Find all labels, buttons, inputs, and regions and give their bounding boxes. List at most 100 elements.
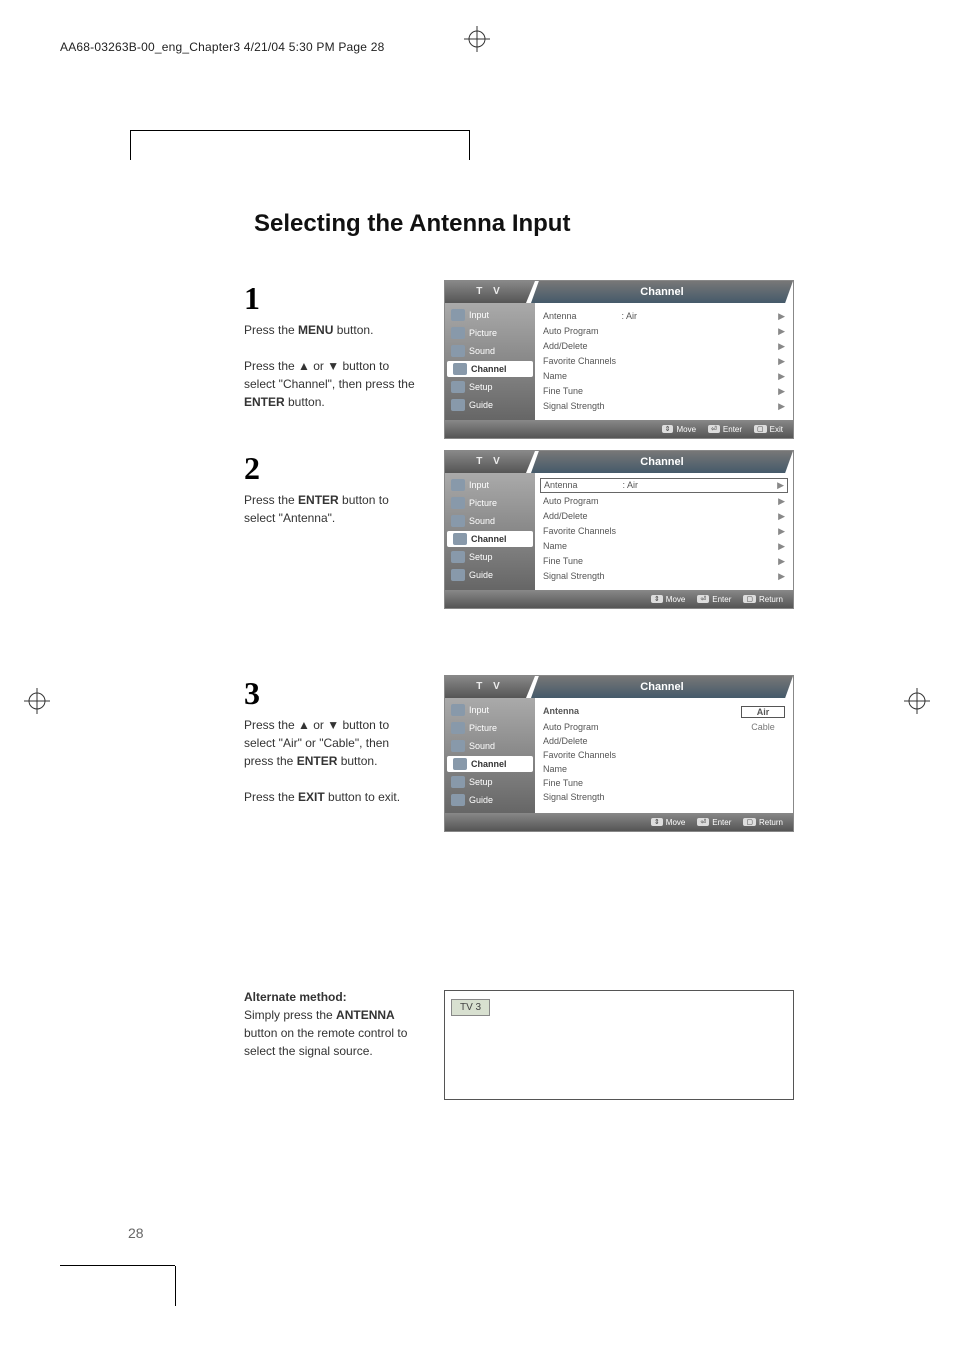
return-icon: ▢ xyxy=(743,818,756,826)
chevron-right-icon: ▶ xyxy=(778,386,785,397)
enter-icon: ⏎ xyxy=(697,818,709,826)
guide-icon xyxy=(451,399,465,411)
sound-icon xyxy=(451,515,465,527)
updown-icon: ⇕ xyxy=(651,595,663,603)
row-auto-program[interactable]: Auto Program▶ xyxy=(543,494,785,509)
osd-tv-label: T V xyxy=(445,281,535,303)
osd-screenshot-3: T V Channel Input Picture Sound Channel … xyxy=(444,675,794,832)
setup-icon xyxy=(451,381,465,393)
setup-icon xyxy=(451,551,465,563)
row-add-delete[interactable]: Add/Delete xyxy=(543,734,785,748)
nav-picture[interactable]: Picture xyxy=(445,325,535,341)
osd-sidebar: Input Picture Sound Channel Setup Guide xyxy=(445,303,535,420)
channel-icon xyxy=(453,363,467,375)
row-auto-program[interactable]: Auto Program▶ xyxy=(543,324,785,339)
nav-channel[interactable]: Channel xyxy=(447,756,533,772)
input-icon xyxy=(451,309,465,321)
row-fine-tune[interactable]: Fine Tune xyxy=(543,776,785,790)
nav-sound[interactable]: Sound xyxy=(445,343,535,359)
chevron-right-icon: ▶ xyxy=(778,526,785,537)
row-antenna[interactable]: AntennaAir xyxy=(543,704,785,720)
row-add-delete[interactable]: Add/Delete▶ xyxy=(543,339,785,354)
alternate-screenshot: TV 3 xyxy=(444,990,794,1100)
nav-sound[interactable]: Sound xyxy=(445,738,535,754)
hint-move: ⇕Move xyxy=(662,425,696,434)
chevron-right-icon: ▶ xyxy=(777,480,784,491)
row-add-delete[interactable]: Add/Delete▶ xyxy=(543,509,785,524)
step-2: 2 Press the ENTER button to select "Ante… xyxy=(244,450,814,527)
row-name[interactable]: Name▶ xyxy=(543,539,785,554)
osd-sidebar: Input Picture Sound Channel Setup Guide xyxy=(445,698,535,813)
hint-return: ▢Return xyxy=(743,818,783,827)
osd-category-title: Channel xyxy=(531,281,793,303)
row-fine-tune[interactable]: Fine Tune▶ xyxy=(543,384,785,399)
chevron-right-icon: ▶ xyxy=(778,326,785,337)
nav-input[interactable]: Input xyxy=(445,702,535,718)
alternate-text: Simply press the ANTENNA button on the r… xyxy=(244,1006,419,1060)
osd-tv-label: T V xyxy=(445,676,535,698)
chevron-right-icon: ▶ xyxy=(778,511,785,522)
picture-icon xyxy=(451,497,465,509)
row-favorite[interactable]: Favorite Channels▶ xyxy=(543,524,785,539)
row-antenna[interactable]: Antenna : Air▶ xyxy=(543,309,785,324)
option-air[interactable]: Air xyxy=(741,706,785,718)
step-3: 3 Press the ▲ or ▼ button to select "Air… xyxy=(244,675,814,806)
osd-tv-label: T V xyxy=(445,451,535,473)
nav-input[interactable]: Input xyxy=(445,477,535,493)
channel-icon xyxy=(453,533,467,545)
nav-channel[interactable]: Channel xyxy=(447,531,533,547)
osd-sidebar: Input Picture Sound Channel Setup Guide xyxy=(445,473,535,590)
row-signal[interactable]: Signal Strength▶ xyxy=(543,569,785,584)
nav-input[interactable]: Input xyxy=(445,307,535,323)
picture-icon xyxy=(451,327,465,339)
nav-guide[interactable]: Guide xyxy=(445,397,535,413)
sound-icon xyxy=(451,740,465,752)
doc-header: AA68-03263B-00_eng_Chapter3 4/21/04 5:30… xyxy=(60,40,384,54)
sound-icon xyxy=(451,345,465,357)
osd-menu-list: Antenna : Air▶ Auto Program▶ Add/Delete▶… xyxy=(535,473,793,590)
setup-icon xyxy=(451,776,465,788)
row-antenna[interactable]: Antenna : Air▶ xyxy=(540,478,788,493)
hint-enter: ⏎Enter xyxy=(697,818,731,827)
updown-icon: ⇕ xyxy=(651,818,663,826)
chevron-right-icon: ▶ xyxy=(778,496,785,507)
nav-picture[interactable]: Picture xyxy=(445,720,535,736)
row-fine-tune[interactable]: Fine Tune▶ xyxy=(543,554,785,569)
chevron-right-icon: ▶ xyxy=(778,356,785,367)
hint-return: ▢Return xyxy=(743,595,783,604)
row-auto-program[interactable]: Auto ProgramCable xyxy=(543,720,785,734)
option-cable[interactable]: Cable xyxy=(741,722,785,732)
margin-guide-h xyxy=(60,1265,175,1266)
osd-screenshot-1: T V Channel Input Picture Sound Channel … xyxy=(444,280,794,439)
step-1: 1 Press the MENU button. Press the ▲ or … xyxy=(244,280,814,411)
input-icon xyxy=(451,704,465,716)
hint-move: ⇕Move xyxy=(651,818,685,827)
enter-icon: ⏎ xyxy=(708,425,720,433)
alternate-method: Alternate method: Simply press the ANTEN… xyxy=(244,990,814,1060)
row-name[interactable]: Name▶ xyxy=(543,369,785,384)
margin-guide-v xyxy=(175,1266,176,1306)
row-favorite[interactable]: Favorite Channels▶ xyxy=(543,354,785,369)
row-name[interactable]: Name xyxy=(543,762,785,776)
nav-sound[interactable]: Sound xyxy=(445,513,535,529)
guide-icon xyxy=(451,569,465,581)
nav-setup[interactable]: Setup xyxy=(445,379,535,395)
row-favorite[interactable]: Favorite Channels xyxy=(543,748,785,762)
nav-setup[interactable]: Setup xyxy=(445,549,535,565)
input-icon xyxy=(451,479,465,491)
osd-footer: ⇕Move ⏎Enter ▢Return xyxy=(445,590,793,608)
nav-guide[interactable]: Guide xyxy=(445,792,535,808)
nav-picture[interactable]: Picture xyxy=(445,495,535,511)
osd-menu-list: AntennaAir Auto ProgramCable Add/Delete … xyxy=(535,698,793,813)
updown-icon: ⇕ xyxy=(662,425,674,433)
row-signal[interactable]: Signal Strength xyxy=(543,790,785,804)
hint-enter: ⏎Enter xyxy=(708,425,742,434)
nav-channel[interactable]: Channel xyxy=(447,361,533,377)
osd-footer: ⇕Move ⏎Enter ▢Return xyxy=(445,813,793,831)
page-title: Selecting the Antenna Input xyxy=(254,210,570,238)
nav-guide[interactable]: Guide xyxy=(445,567,535,583)
nav-setup[interactable]: Setup xyxy=(445,774,535,790)
enter-icon: ⏎ xyxy=(697,595,709,603)
registration-mark-top xyxy=(464,26,490,52)
row-signal[interactable]: Signal Strength▶ xyxy=(543,399,785,414)
